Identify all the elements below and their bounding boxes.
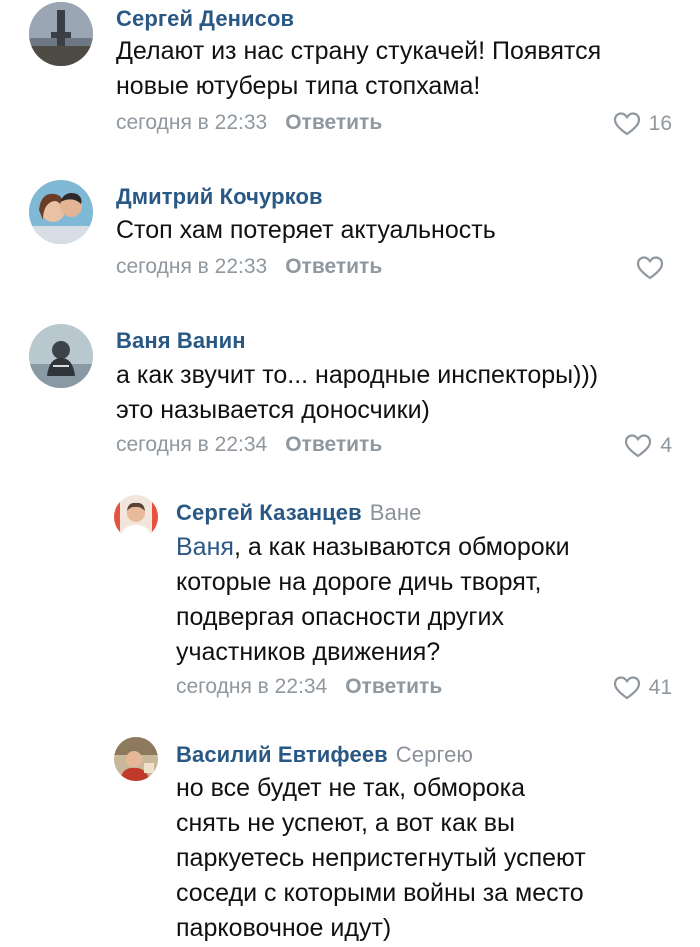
comment-timestamp: сегодня в 22:34	[176, 675, 328, 698]
avatar[interactable]	[29, 2, 93, 66]
comment-meta: сегодня в 22:34 Ответить	[176, 675, 442, 699]
reply-to-label[interactable]: Сергею	[396, 742, 473, 767]
reply-button[interactable]: Ответить	[345, 675, 442, 698]
like-button[interactable]: 4	[624, 433, 672, 459]
avatar[interactable]	[114, 495, 158, 539]
comment-text: а как звучит то... народные инспекторы))…	[116, 361, 599, 424]
reply-button[interactable]: Ответить	[285, 111, 382, 134]
heart-outline-icon	[636, 256, 664, 280]
comment-timestamp: сегодня в 22:34	[116, 433, 268, 456]
comment-text: Стоп хам потеряет актуальность	[116, 216, 496, 244]
like-count: 41	[648, 676, 672, 699]
like-count: 4	[660, 434, 672, 457]
like-count: 16	[648, 112, 672, 135]
like-button[interactable]	[636, 255, 672, 281]
comment-author[interactable]: Дмитрий Кочурков	[116, 184, 323, 210]
comment-meta: сегодня в 22:33 Ответить	[116, 111, 382, 135]
comment-meta: сегодня в 22:33 Ответить	[116, 255, 382, 279]
comment-author[interactable]: Сергей Денисов	[116, 6, 294, 32]
comment-timestamp: сегодня в 22:33	[116, 255, 268, 278]
comment-author[interactable]: Сергей Казанцев Ване	[176, 500, 421, 526]
comment-text: Делают из нас страну стукачей! Появятся …	[116, 37, 602, 100]
mention-link[interactable]: Ваня	[176, 533, 234, 561]
comment-text: Ваня, а как называются обмороки которые …	[176, 533, 570, 666]
reply-to-label[interactable]: Ване	[370, 500, 422, 525]
comment-author[interactable]: Василий Евтифеев Сергею	[176, 742, 473, 768]
avatar[interactable]	[29, 180, 93, 244]
comment-author[interactable]: Ваня Ванин	[116, 328, 246, 354]
heart-outline-icon	[625, 434, 652, 458]
comment-meta: сегодня в 22:34 Ответить	[116, 433, 382, 457]
avatar[interactable]	[29, 324, 93, 388]
avatar[interactable]	[114, 737, 158, 781]
like-button[interactable]: 16	[613, 111, 672, 137]
comment-text: но все будет не так, обморока снять не у…	[176, 774, 586, 942]
reply-button[interactable]: Ответить	[285, 255, 382, 278]
reply-button[interactable]: Ответить	[285, 433, 382, 456]
heart-outline-icon	[613, 676, 640, 700]
comment-timestamp: сегодня в 22:33	[116, 111, 268, 134]
like-button[interactable]: 41	[613, 675, 672, 701]
heart-outline-icon	[613, 112, 640, 136]
